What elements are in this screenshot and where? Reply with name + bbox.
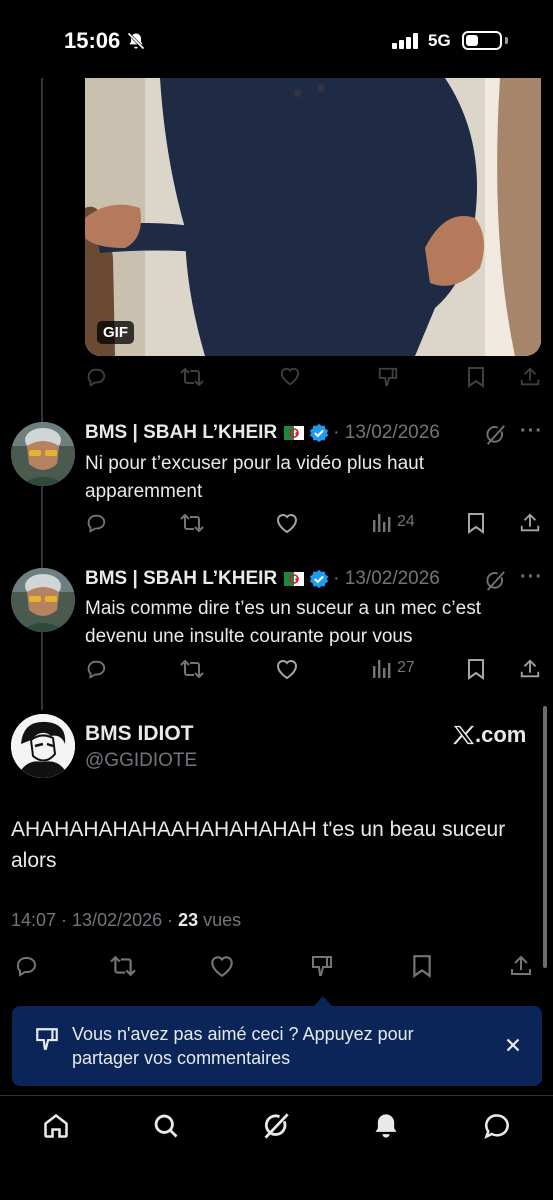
network-type: 5G <box>428 31 451 50</box>
repost-icon[interactable] <box>180 366 204 388</box>
repost-icon[interactable] <box>180 512 204 534</box>
reply-actions: 24 <box>85 512 541 538</box>
bookmark-icon[interactable] <box>467 512 485 534</box>
reply-icon[interactable] <box>13 954 39 978</box>
x-watermark: .com <box>453 722 526 748</box>
views-icon <box>373 660 391 678</box>
views-count: 23 <box>178 910 199 930</box>
scrollbar[interactable] <box>543 706 547 968</box>
home-icon[interactable] <box>42 1112 70 1140</box>
dislike-icon <box>34 1026 60 1052</box>
feedback-text[interactable]: Vous n'avez pas aimé ceci ? Appuyez pour… <box>72 1022 472 1070</box>
reply-header: BMS | SBAH L’KHEIR · 13/02/2026 <box>85 568 440 590</box>
more-options-icon[interactable]: ··· <box>520 566 543 589</box>
views-button[interactable]: 27 <box>372 658 415 678</box>
views-count: 27 <box>397 659 415 676</box>
share-icon[interactable] <box>519 658 541 680</box>
reply-actions: 27 <box>85 658 541 684</box>
verified-badge-icon <box>309 423 329 443</box>
dislike-icon[interactable] <box>377 366 399 388</box>
tweet-timestamp[interactable]: 14:07 · 13/02/2026 · <box>11 910 178 930</box>
dislike-icon[interactable] <box>309 954 335 978</box>
verified-badge-icon <box>309 569 329 589</box>
banner-pointer <box>314 996 332 1006</box>
bottom-nav-divider <box>0 1095 553 1096</box>
repost-icon[interactable] <box>180 658 204 680</box>
bookmark-icon[interactable] <box>412 954 432 978</box>
algeria-flag-icon <box>284 426 305 440</box>
status-bar: 15:06 5G <box>0 0 553 80</box>
grok-icon[interactable] <box>484 424 506 446</box>
avatar[interactable] <box>11 568 75 632</box>
views-icon <box>373 514 391 532</box>
share-icon[interactable] <box>519 366 541 388</box>
reply-icon[interactable] <box>85 512 107 534</box>
tweet-date[interactable]: · 13/02/2026 <box>333 568 440 590</box>
share-icon[interactable] <box>519 512 541 534</box>
tweet-date[interactable]: · 13/02/2026 <box>333 422 440 444</box>
user-name[interactable]: BMS | SBAH L’KHEIR <box>85 422 277 444</box>
reply-header: BMS | SBAH L’KHEIR · 13/02/2026 <box>85 422 440 444</box>
messages-icon[interactable] <box>483 1112 511 1140</box>
views-label: vues <box>198 910 242 930</box>
battery-tip <box>505 37 508 44</box>
battery-icon <box>462 31 502 50</box>
grok-icon[interactable] <box>484 570 506 592</box>
x-domain: .com <box>475 722 527 747</box>
heart-icon[interactable] <box>275 658 299 680</box>
user-name[interactable]: BMS IDIOT <box>85 722 194 746</box>
main-tweet-actions <box>11 954 535 980</box>
share-icon[interactable] <box>509 954 533 978</box>
gif-badge: GIF <box>97 321 134 344</box>
user-handle[interactable]: @GGIDIOTE <box>85 750 197 772</box>
tweet-meta: 14:07 · 13/02/2026 · 23 vues <box>11 910 241 931</box>
views-button[interactable]: 24 <box>372 512 415 532</box>
more-options-icon[interactable]: ··· <box>520 420 543 443</box>
bookmark-icon[interactable] <box>467 658 485 680</box>
reply-text: Mais comme dire t’es un suceur a un mec … <box>85 598 481 647</box>
avatar[interactable] <box>11 422 75 486</box>
status-time: 15:06 <box>64 28 121 53</box>
avatar[interactable] <box>11 714 75 778</box>
algeria-flag-icon <box>284 572 305 586</box>
reply-icon[interactable] <box>85 366 107 388</box>
user-name[interactable]: BMS | SBAH L’KHEIR <box>85 568 277 590</box>
heart-icon[interactable] <box>275 512 299 534</box>
bookmark-icon[interactable] <box>467 366 485 388</box>
search-icon[interactable] <box>152 1112 180 1140</box>
reply-icon[interactable] <box>85 658 107 680</box>
tweet-text: AHAHAHAHAHAAHAHAHAHAH t'es un beau suceu… <box>11 818 506 872</box>
heart-icon[interactable] <box>279 366 301 386</box>
grok-icon[interactable] <box>262 1112 290 1140</box>
gif-tweet-actions <box>85 366 541 392</box>
reply-text: Ni pour t’excuser pour la vidéo plus hau… <box>85 453 425 502</box>
bell-icon[interactable] <box>372 1112 400 1140</box>
views-count: 24 <box>397 513 415 530</box>
repost-icon[interactable] <box>109 954 137 978</box>
signal-icon <box>392 33 420 49</box>
silent-mode-icon <box>126 31 146 51</box>
x-logo-icon <box>453 725 474 745</box>
feedback-banner[interactable]: Vous n'avez pas aimé ceci ? Appuyez pour… <box>12 1006 542 1086</box>
close-icon[interactable] <box>502 1034 524 1056</box>
gif-media[interactable]: GIF <box>85 78 541 356</box>
heart-icon[interactable] <box>209 954 235 978</box>
